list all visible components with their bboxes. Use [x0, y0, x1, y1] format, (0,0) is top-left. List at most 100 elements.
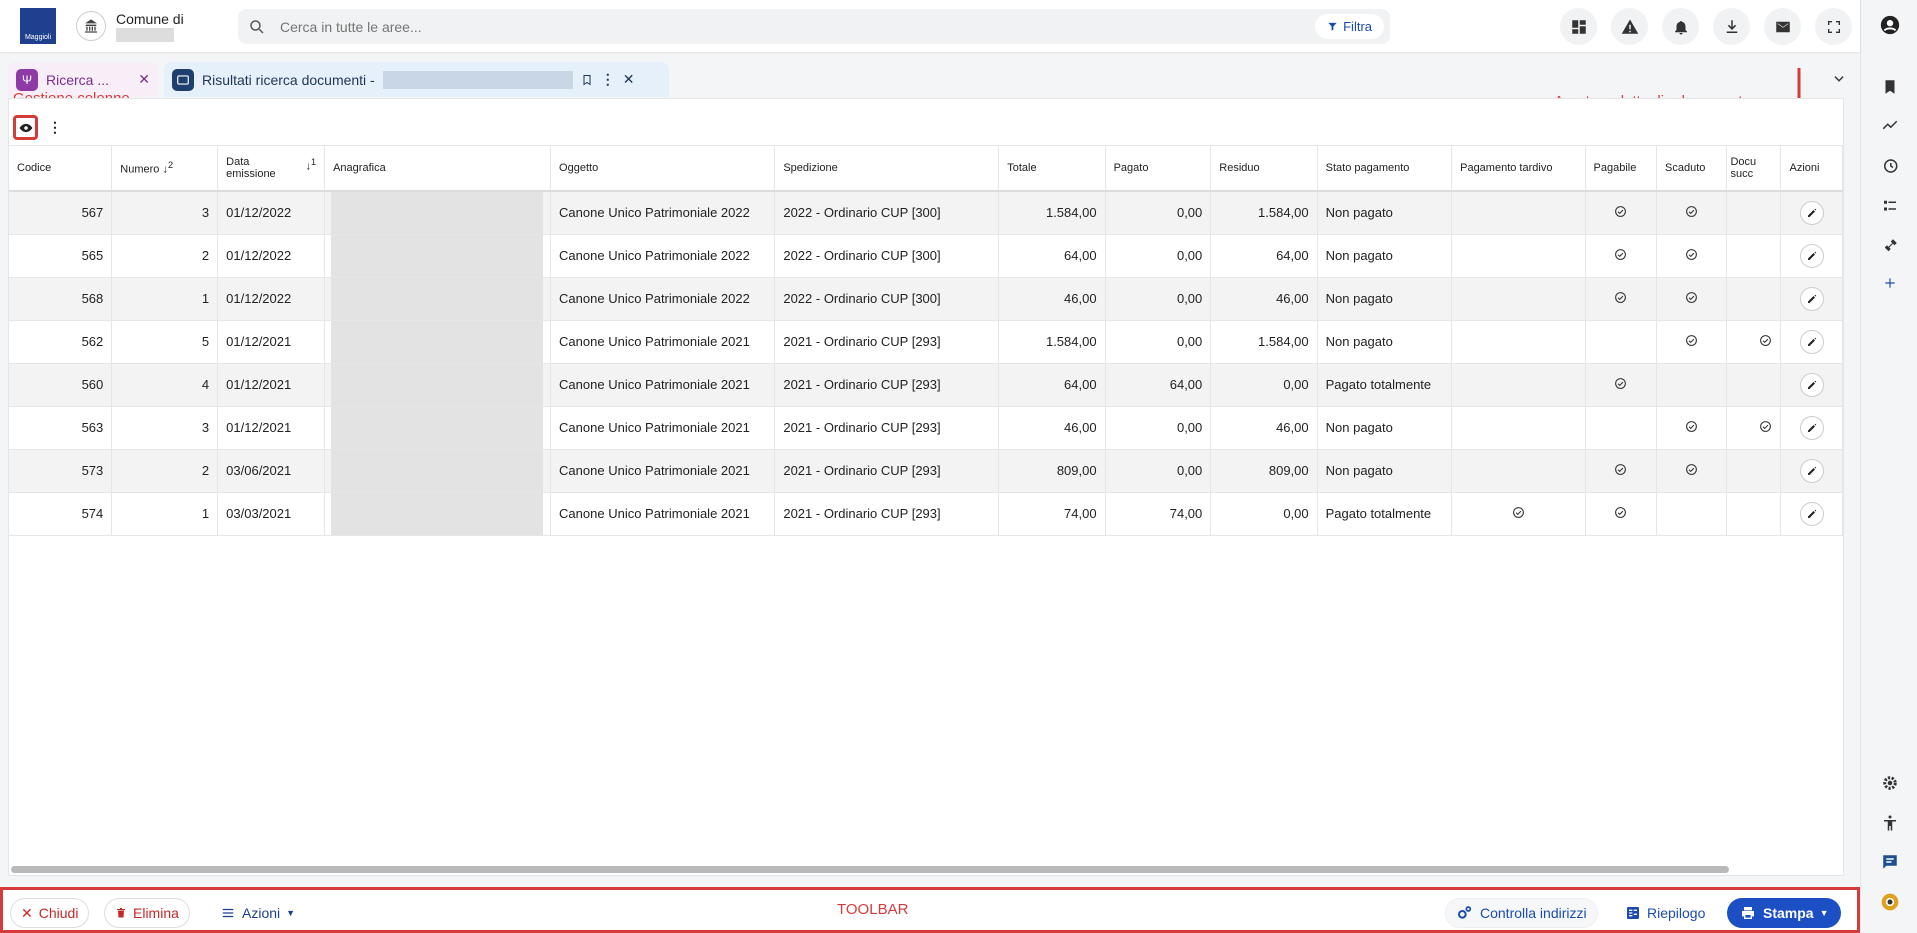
edit-icon[interactable] — [1799, 501, 1824, 526]
print-button[interactable]: Stampa ▼ — [1727, 898, 1841, 928]
table-row[interactable]: 574 1 03/03/2021 Canone Unico Patrimoniale … — [9, 492, 1843, 536]
settings-icon[interactable] — [1879, 772, 1901, 794]
download-icon[interactable] — [1713, 8, 1750, 45]
col-oggetto[interactable]: Oggetto — [550, 145, 776, 192]
add-icon[interactable] — [1879, 272, 1901, 294]
filter-button[interactable]: Filtra — [1315, 14, 1384, 39]
close-icon[interactable]: ✕ — [623, 71, 635, 88]
close-icon[interactable]: ✕ — [138, 71, 150, 88]
summary-label: Riepilogo — [1647, 905, 1706, 921]
more-vert-icon[interactable]: ⋮ — [601, 71, 615, 88]
accessibility-icon[interactable] — [1879, 812, 1901, 834]
cell-scaduto — [1656, 277, 1728, 321]
maggioli-logo[interactable]: Maggioli — [20, 8, 56, 44]
cell-pagamento-tardivo — [1451, 406, 1586, 450]
municipality-icon[interactable] — [76, 11, 106, 41]
col-residuo[interactable]: Residuo — [1210, 145, 1318, 192]
table-row[interactable]: 568 1 01/12/2022 Canone Unico Patrimoniale … — [9, 277, 1843, 321]
print-icon — [1742, 907, 1754, 919]
mail-icon[interactable] — [1764, 8, 1801, 45]
delete-button[interactable]: Elimina — [104, 898, 190, 928]
cell-anagrafica — [324, 492, 552, 536]
col-doc-label2: succ — [1730, 167, 1754, 180]
col-anagrafica[interactable]: Anagrafica — [324, 145, 552, 192]
bookmarks-icon[interactable] — [1879, 76, 1901, 98]
col-numero[interactable]: Numero ↓2 — [111, 145, 219, 192]
tab-risultati[interactable]: Risultati ricerca documenti - ⋮ ✕ — [164, 62, 669, 97]
more-vert-icon[interactable]: ⋮ — [44, 119, 66, 136]
col-spedizione[interactable]: Spedizione — [774, 145, 1000, 192]
check-circle-icon — [1614, 463, 1627, 476]
col-pagato[interactable]: Pagato — [1105, 145, 1212, 192]
logo-text: Maggioli — [24, 34, 52, 41]
table-row[interactable]: 565 2 01/12/2022 Canone Unico Patrimoniale … — [9, 234, 1843, 278]
trending-icon[interactable] — [1879, 114, 1901, 136]
col-data-emissione[interactable]: Data emissione ↓1 — [217, 145, 326, 192]
cell-residuo: 64,00 — [1210, 234, 1318, 278]
column-visibility-button[interactable] — [13, 115, 38, 140]
table-row[interactable]: 563 3 01/12/2021 Canone Unico Patrimoniale … — [9, 406, 1843, 450]
account-icon[interactable] — [1879, 14, 1901, 36]
table-row[interactable]: 560 4 01/12/2021 Canone Unico Patrimoniale … — [9, 363, 1843, 407]
cell-pagato: 64,00 — [1105, 363, 1212, 407]
cell-codice: 563 — [9, 406, 113, 450]
close-button[interactable]: ✕ Chiudi — [10, 898, 90, 928]
cell-oggetto: Canone Unico Patrimoniale 2021 — [550, 492, 776, 536]
table-row[interactable]: 567 3 01/12/2022 Canone Unico Patrimoniale … — [9, 190, 1843, 235]
cell-pagamento-tardivo — [1451, 492, 1586, 536]
cell-docu-succ — [1726, 190, 1782, 235]
chevron-down-icon[interactable] — [1832, 72, 1846, 86]
filter-icon — [1328, 22, 1337, 31]
col-docu-succ[interactable]: Docu succ — [1726, 145, 1782, 192]
cell-pagamento-tardivo — [1451, 320, 1586, 364]
checklist-icon[interactable] — [1879, 195, 1901, 217]
cell-oggetto: Canone Unico Patrimoniale 2021 — [550, 449, 776, 493]
eye-icon — [19, 123, 32, 132]
history-icon[interactable] — [1879, 155, 1901, 177]
col-totale[interactable]: Totale — [998, 145, 1106, 192]
table-row[interactable]: 573 2 03/06/2021 Canone Unico Patrimoniale … — [9, 449, 1843, 493]
edit-icon[interactable] — [1799, 458, 1824, 483]
col-stato-pagamento[interactable]: Stato pagamento — [1317, 145, 1453, 192]
edit-icon[interactable] — [1799, 415, 1824, 440]
warning-icon[interactable] — [1611, 8, 1648, 45]
check-circle-icon — [1685, 205, 1698, 218]
cell-azioni — [1780, 320, 1843, 364]
fullscreen-icon[interactable] — [1815, 8, 1852, 45]
check-circle-icon — [1685, 334, 1698, 347]
cell-spedizione: 2021 - Ordinario CUP [293] — [774, 449, 1000, 493]
check-addresses-button[interactable]: Controlla indirizzi — [1445, 898, 1598, 928]
col-pagamento-tardivo[interactable]: Pagamento tardivo — [1451, 145, 1586, 192]
bookmark-icon[interactable] — [581, 74, 593, 86]
cell-oggetto: Canone Unico Patrimoniale 2021 — [550, 320, 776, 364]
col-scaduto[interactable]: Scaduto — [1656, 145, 1728, 192]
summary-button[interactable]: Riepilogo — [1615, 898, 1716, 928]
cell-docu-succ — [1726, 449, 1782, 493]
edit-icon[interactable] — [1799, 372, 1824, 397]
chat-icon[interactable] — [1879, 851, 1901, 873]
cell-pagabile — [1585, 190, 1658, 235]
edit-icon[interactable] — [1799, 286, 1824, 311]
edit-icon[interactable] — [1799, 329, 1824, 354]
search-input[interactable] — [280, 18, 1280, 35]
help-center-icon[interactable] — [1879, 891, 1901, 913]
horizontal-scrollbar[interactable] — [11, 866, 1729, 873]
cell-numero: 4 — [111, 363, 219, 407]
edit-icon[interactable] — [1799, 200, 1824, 225]
cell-scaduto — [1656, 320, 1728, 364]
notifications-icon[interactable] — [1662, 8, 1699, 45]
dashboard-icon[interactable] — [1560, 8, 1597, 45]
actions-menu-button[interactable]: Azioni ▼ — [210, 898, 306, 928]
cell-oggetto: Canone Unico Patrimoniale 2022 — [550, 277, 776, 321]
table-row[interactable]: 562 5 01/12/2021 Canone Unico Patrimoniale … — [9, 320, 1843, 364]
cell-codice: 565 — [9, 234, 113, 278]
cell-docu-succ — [1726, 363, 1782, 407]
edit-icon[interactable] — [1799, 243, 1824, 268]
cell-pagato: 0,00 — [1105, 190, 1212, 235]
cell-oggetto: Canone Unico Patrimoniale 2021 — [550, 363, 776, 407]
col-pagabile[interactable]: Pagabile — [1585, 145, 1658, 192]
plugin-icon[interactable] — [1879, 235, 1901, 257]
col-codice[interactable]: Codice — [9, 145, 113, 192]
anagrafica-redacted — [331, 277, 544, 319]
col-azioni[interactable]: Azioni — [1780, 145, 1843, 192]
